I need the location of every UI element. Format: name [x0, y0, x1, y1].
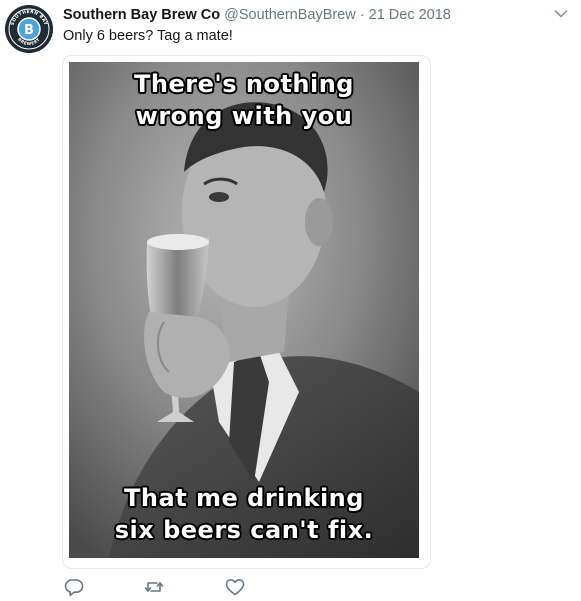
author-handle[interactable]: @SouthernBayBrew — [224, 7, 356, 23]
meme-top-line-1: There's nothing — [134, 70, 354, 98]
meta-separator: · — [359, 7, 365, 23]
tweet-text: Only 6 beers? Tag a mate! — [63, 28, 233, 44]
svg-text:B: B — [24, 23, 34, 38]
meme-top-line-2: wrong with you — [135, 102, 353, 130]
southern-bay-logo: B SOUTHERN BAY BREWERY — [5, 5, 53, 53]
author-name[interactable]: Southern Bay Brew Co — [63, 7, 220, 23]
tweet[interactable]: B SOUTHERN BAY BREWERY Southern Bay Brew… — [0, 0, 581, 601]
chevron-down-icon[interactable] — [554, 9, 568, 19]
tweet-date[interactable]: 21 Dec 2018 — [369, 7, 451, 23]
like-icon[interactable] — [224, 576, 246, 598]
retweet-icon[interactable] — [143, 576, 165, 598]
meme-bottom-line-1: That me drinking — [124, 484, 364, 512]
meme-photo[interactable]: There's nothing wrong with you That me d… — [69, 62, 419, 558]
meme-caption-top: There's nothing wrong with you — [69, 68, 419, 132]
tweet-header: Southern Bay Brew Co @SouthernBayBrew · … — [63, 5, 451, 25]
reply-icon[interactable] — [63, 576, 85, 598]
media-card[interactable]: There's nothing wrong with you That me d… — [62, 55, 431, 569]
avatar[interactable]: B SOUTHERN BAY BREWERY — [5, 5, 53, 53]
meme-bottom-line-2: six beers can't fix. — [114, 516, 374, 544]
meme-caption-bottom: That me drinking six beers can't fix. — [69, 482, 419, 546]
